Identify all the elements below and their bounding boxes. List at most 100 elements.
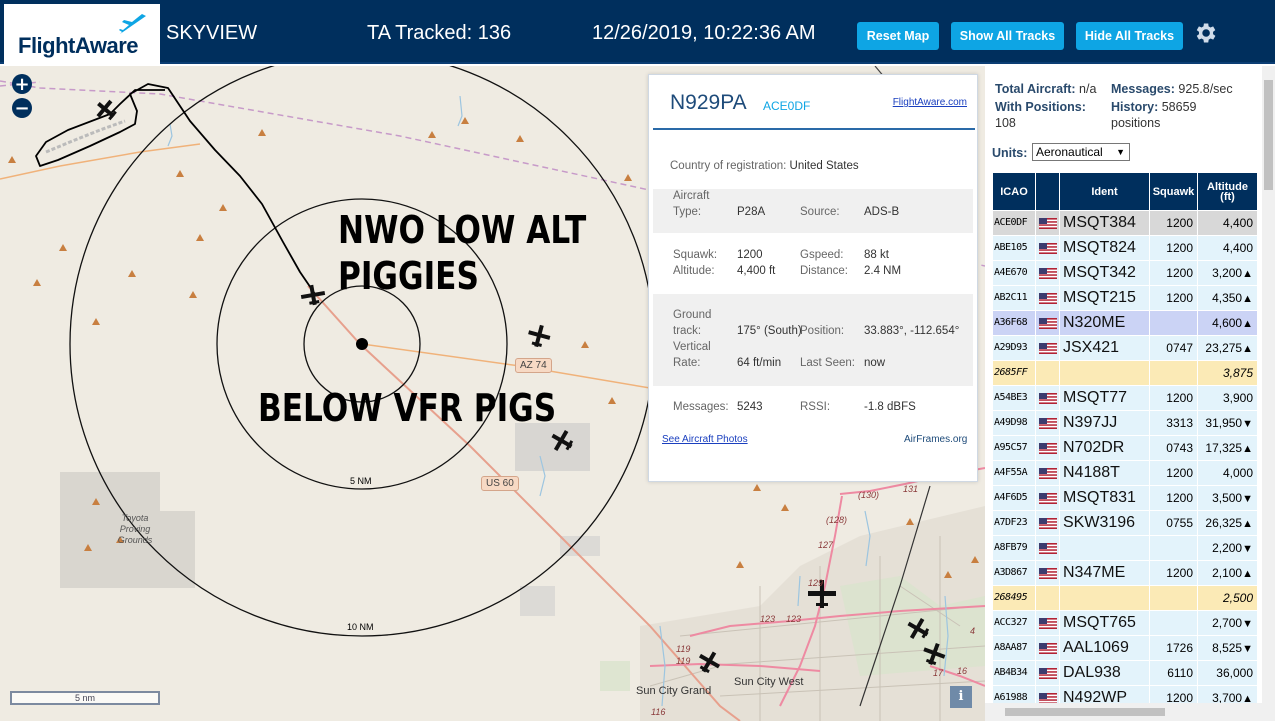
total-aircraft-label: Total Aircraft: xyxy=(995,82,1076,96)
table-row[interactable]: AB4B34 DAL938 6110 36,000 xyxy=(993,661,1258,686)
cell-squawk: 1200 xyxy=(1150,461,1198,485)
road-label-us60: US 60 xyxy=(481,476,519,491)
cell-ident: MSQT831 xyxy=(1060,486,1150,510)
show-all-tracks-button[interactable]: Show All Tracks xyxy=(951,22,1064,50)
cell-altitude: 3,900 xyxy=(1198,386,1258,410)
cell-icao: AB4B34 xyxy=(993,661,1036,685)
map-scale-bar: 5 nm xyxy=(10,691,160,705)
col-ident[interactable]: Ident xyxy=(1060,173,1150,210)
altitude-trend-icon: ▲ xyxy=(1242,568,1253,580)
altitude-value: 4,000 xyxy=(1222,466,1253,480)
table-row[interactable]: A4F55A N4188T 1200 4,000 xyxy=(993,461,1258,486)
altitude-value: 26,325 xyxy=(1205,516,1243,530)
current-datetime: 12/26/2019, 10:22:36 AM xyxy=(592,22,816,44)
table-row[interactable]: A29D93 JSX421 0747 23,275▲ xyxy=(993,336,1258,361)
route-number: 16 xyxy=(957,666,968,676)
us-flag-icon xyxy=(1039,393,1057,404)
cell-altitude: 4,000 xyxy=(1198,461,1258,485)
col-altitude-label: Altitude xyxy=(1207,180,1248,193)
table-row[interactable]: A3D867 N347ME 1200 2,100▲ xyxy=(993,561,1258,586)
altitude-trend-icon: ▲ xyxy=(1242,293,1253,305)
cell-icao: A3D867 xyxy=(993,561,1036,585)
table-row[interactable]: A8FB79 2,200▼ xyxy=(993,536,1258,561)
cell-icao: AB2C11 xyxy=(993,286,1036,310)
table-row[interactable]: A4E670 MSQT342 1200 3,200▲ xyxy=(993,261,1258,286)
altitude-value: 8,525 xyxy=(1212,641,1243,655)
place-sun-city-west: Sun City West xyxy=(734,676,804,688)
scroll-thumb[interactable] xyxy=(1005,708,1165,716)
country-row: Country of registration: United States xyxy=(670,160,859,172)
chevron-down-icon: ▼ xyxy=(1116,147,1125,157)
ground-value: 175° (South) xyxy=(737,325,802,337)
table-row[interactable]: 268495 2,500 xyxy=(993,586,1258,611)
table-row[interactable]: A8AA87 AAL1069 1726 8,525▼ xyxy=(993,636,1258,661)
distance-value: 2.4 NM xyxy=(864,265,902,277)
route-number: 129 xyxy=(808,578,824,588)
table-row[interactable]: A49D98 N397JJ 3313 31,950▼ xyxy=(993,411,1258,436)
us-flag-icon xyxy=(1039,468,1057,479)
cell-flag xyxy=(1036,361,1060,385)
cell-icao: A4F55A xyxy=(993,461,1036,485)
cell-squawk: 0743 xyxy=(1150,436,1198,460)
aircraft-photos-link[interactable]: See Aircraft Photos xyxy=(662,434,748,445)
cell-squawk xyxy=(1150,586,1198,610)
col-icao[interactable]: ICAO xyxy=(993,173,1036,210)
units-dropdown[interactable]: Aeronautical ▼ xyxy=(1032,143,1130,161)
table-row[interactable]: A4F6D5 MSQT831 1200 3,500▼ xyxy=(993,486,1258,511)
altitude-value: 17,325 xyxy=(1205,441,1243,455)
flightaware-logo[interactable]: FlightAware xyxy=(4,4,160,64)
cell-altitude: 8,525▼ xyxy=(1198,636,1258,660)
col-squawk[interactable]: Squawk xyxy=(1150,173,1198,210)
cell-ident: MSQT215 xyxy=(1060,286,1150,310)
sidebar-horizontal-scrollbar[interactable] xyxy=(985,703,1262,721)
table-row[interactable]: A7DF23 SKW3196 0755 26,325▲ xyxy=(993,511,1258,536)
table-row[interactable]: A95C57 N702DR 0743 17,325▲ xyxy=(993,436,1258,461)
scroll-thumb[interactable] xyxy=(1264,80,1273,190)
table-row[interactable]: 2685FF 3,875 xyxy=(993,361,1258,386)
history-label: History: xyxy=(1111,100,1159,114)
col-flag[interactable] xyxy=(1036,173,1060,210)
cell-icao: 2685FF xyxy=(993,361,1036,385)
map-info-button[interactable]: i xyxy=(950,686,972,708)
table-row[interactable]: AB2C11 MSQT215 1200 4,350▲ xyxy=(993,286,1258,311)
cell-altitude: 4,400 xyxy=(1198,236,1258,260)
cell-icao: A29D93 xyxy=(993,336,1036,360)
cell-altitude: 4,350▲ xyxy=(1198,286,1258,310)
table-row[interactable]: ACE0DF MSQT384 1200 4,400 xyxy=(993,211,1258,236)
cell-squawk xyxy=(1150,311,1198,335)
us-flag-icon xyxy=(1039,493,1057,504)
country-label: Country of registration: xyxy=(670,160,787,172)
table-row[interactable]: ABE105 MSQT824 1200 4,400 xyxy=(993,236,1258,261)
table-row[interactable]: ACC327 MSQT765 2,700▼ xyxy=(993,611,1258,636)
with-positions-label: With Positions: xyxy=(995,100,1086,114)
reset-map-button[interactable]: Reset Map xyxy=(857,22,939,50)
altitude-value: 2,200 xyxy=(1212,541,1243,555)
zoom-in-button[interactable]: + xyxy=(12,74,32,94)
route-number: 123 xyxy=(786,614,802,624)
source-label: Source: xyxy=(800,206,840,218)
airframes-link[interactable]: AirFrames.org xyxy=(904,434,967,445)
cell-icao: A54BE3 xyxy=(993,386,1036,410)
cell-squawk: 0755 xyxy=(1150,511,1198,535)
history-unit: positions xyxy=(1111,116,1161,130)
annotation-low-alt: NWO LOW ALT xyxy=(338,208,587,252)
cell-icao: A95C57 xyxy=(993,436,1036,460)
hide-all-tracks-button[interactable]: Hide All Tracks xyxy=(1076,22,1183,50)
us-flag-icon xyxy=(1039,443,1057,454)
us-flag-icon xyxy=(1039,568,1057,579)
cell-altitude: 2,700▼ xyxy=(1198,611,1258,635)
skyview-app: FlightAware SKYVIEW TA Tracked: 136 12/2… xyxy=(0,0,1275,721)
cell-altitude: 3,500▼ xyxy=(1198,486,1258,510)
zoom-out-button[interactable]: − xyxy=(12,98,32,118)
cell-icao: A4E670 xyxy=(993,261,1036,285)
flightaware-link[interactable]: FlightAware.com xyxy=(893,97,967,108)
table-row[interactable]: A54BE3 MSQT77 1200 3,900 xyxy=(993,386,1258,411)
table-row[interactable]: A36F68 N320ME 4,600▲ xyxy=(993,311,1258,336)
cell-altitude: 17,325▲ xyxy=(1198,436,1258,460)
col-altitude[interactable]: Altitude (ft) xyxy=(1198,173,1258,210)
col-altitude-unit: (ft) xyxy=(1220,190,1235,203)
cell-icao: A49D98 xyxy=(993,411,1036,435)
sidebar-vertical-scrollbar[interactable] xyxy=(1262,66,1275,721)
cell-flag xyxy=(1036,311,1060,335)
gear-icon[interactable] xyxy=(1192,20,1218,46)
